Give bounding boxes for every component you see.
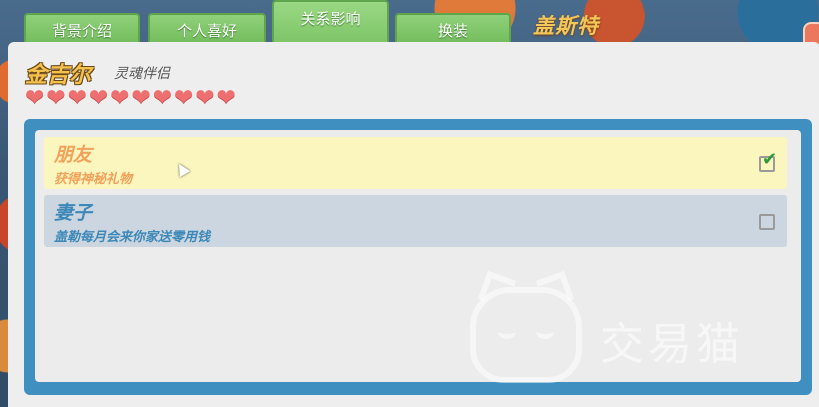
heart-icon: ❤ bbox=[25, 85, 45, 111]
watermark-eye bbox=[498, 331, 516, 339]
relationship-title: 灵魂伴侣 bbox=[114, 66, 170, 82]
relationship-option-friend[interactable]: 朋友 获得神秘礼物 ✔ bbox=[44, 137, 787, 189]
tab-label: 背景介绍 bbox=[51, 21, 112, 40]
tab-outfit[interactable]: 换装 bbox=[395, 13, 511, 45]
check-icon: ✔ bbox=[762, 149, 778, 170]
option-title: 朋友 bbox=[54, 144, 93, 166]
checkbox-checked[interactable]: ✔ bbox=[759, 151, 777, 172]
watermark-eye bbox=[536, 331, 554, 339]
tab-label: 关系影响 bbox=[300, 10, 361, 28]
heart-icon: ❤ bbox=[88, 85, 109, 111]
option-description: 盖勒每月会来你家送零用钱 bbox=[54, 230, 211, 245]
option-title: 妻子 bbox=[54, 202, 93, 224]
heart-icon: ❤ bbox=[216, 85, 236, 111]
heart-icon: ❤ bbox=[152, 85, 172, 111]
watermark-cat-logo-icon bbox=[470, 287, 582, 383]
tab-relationship-effects[interactable]: 关系影响 bbox=[272, 0, 389, 45]
tab-label: 个人喜好 bbox=[176, 21, 237, 40]
heart-icon: ❤ bbox=[67, 85, 87, 111]
background-character-label: 盖斯特 bbox=[533, 14, 599, 38]
heart-icon: ❤ bbox=[195, 85, 215, 111]
tab-background-intro[interactable]: 背景介绍 bbox=[24, 13, 140, 45]
option-description: 获得神秘礼物 bbox=[54, 172, 133, 187]
tab-personal-preferences[interactable]: 个人喜好 bbox=[148, 13, 266, 45]
checkbox-unchecked[interactable] bbox=[759, 214, 775, 230]
watermark-text: 交易猫 bbox=[600, 319, 744, 370]
heart-icon: ❤ bbox=[173, 85, 194, 111]
heart-icon: ❤ bbox=[131, 85, 151, 111]
tab-label: 换装 bbox=[437, 21, 468, 40]
affection-hearts: ❤ ❤ ❤ ❤ ❤ ❤ ❤ ❤ ❤ ❤ bbox=[25, 86, 236, 111]
heart-icon: ❤ bbox=[110, 85, 130, 111]
heart-icon: ❤ bbox=[46, 85, 66, 111]
relationship-option-wife[interactable]: 妻子 盖勒每月会来你家送零用钱 bbox=[44, 195, 787, 247]
